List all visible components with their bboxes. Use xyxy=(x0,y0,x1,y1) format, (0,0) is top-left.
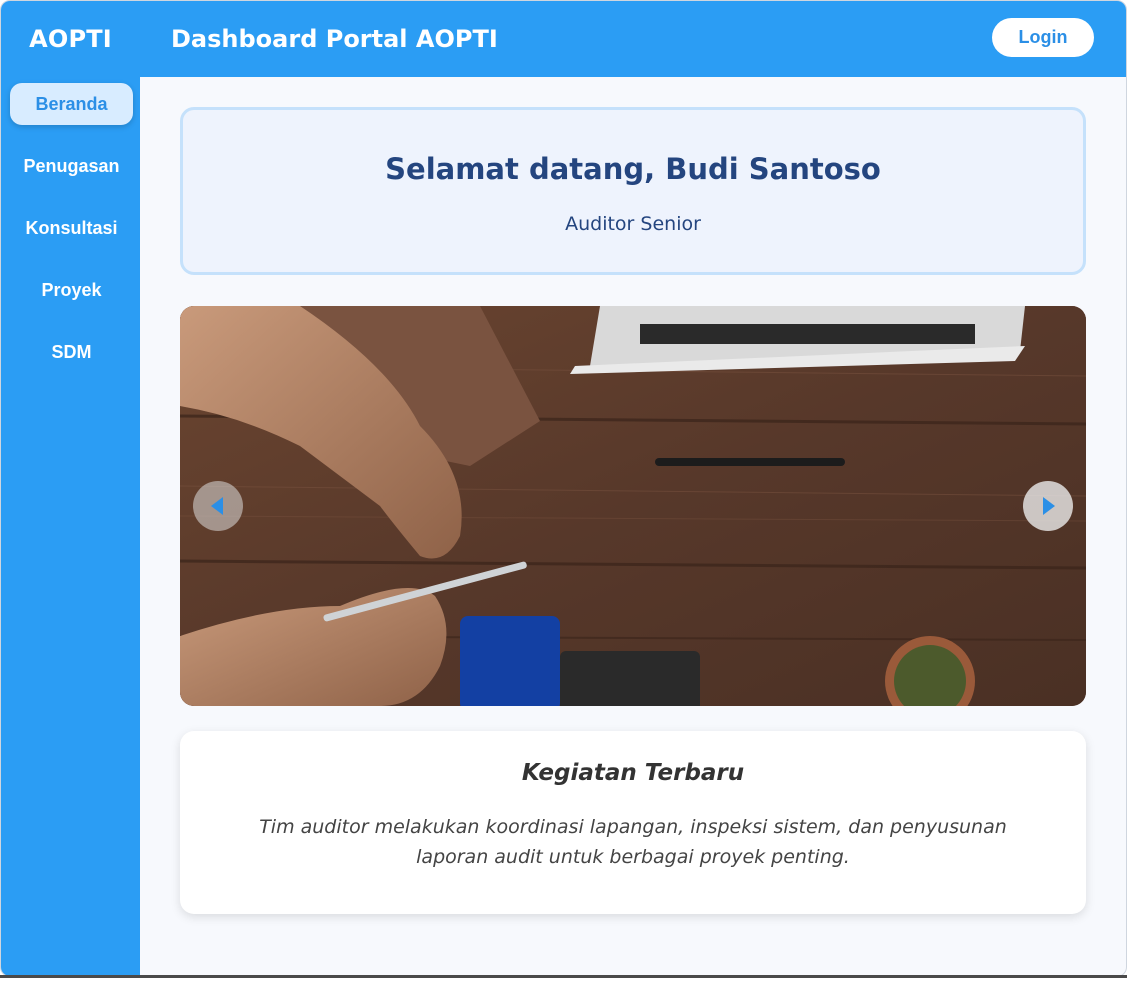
top-header: AOPTI Dashboard Portal AOPTI Login xyxy=(1,1,1126,77)
image-carousel[interactable] xyxy=(180,306,1086,706)
carousel-prev-button[interactable] xyxy=(193,481,243,531)
sidebar-item-konsultasi[interactable]: Konsultasi xyxy=(10,207,133,249)
sidebar-item-beranda[interactable]: Beranda xyxy=(10,83,133,125)
welcome-greeting: Selamat datang, Budi Santoso xyxy=(385,152,881,186)
page-title: Dashboard Portal AOPTI xyxy=(171,25,498,53)
activity-title: Kegiatan Terbaru xyxy=(521,760,745,786)
activity-card: Kegiatan Terbaru Tim auditor melakukan k… xyxy=(180,731,1086,914)
login-button[interactable]: Login xyxy=(992,18,1094,57)
chevron-left-icon xyxy=(211,497,223,515)
brand-logo[interactable]: AOPTI xyxy=(1,25,140,53)
chevron-right-icon xyxy=(1043,497,1055,515)
window-bottom-border xyxy=(0,975,1127,978)
carousel-next-button[interactable] xyxy=(1023,481,1073,531)
sidebar-item-sdm[interactable]: SDM xyxy=(10,331,133,373)
welcome-role: Auditor Senior xyxy=(565,213,701,235)
activity-description: Tim auditor melakukan koordinasi lapanga… xyxy=(259,816,1007,868)
sidebar-item-proyek[interactable]: Proyek xyxy=(10,269,133,311)
carousel-image xyxy=(180,306,1086,706)
app-window: AOPTI Dashboard Portal AOPTI Login Beran… xyxy=(0,0,1127,977)
sidebar: Beranda Penugasan Konsultasi Proyek SDM xyxy=(1,77,140,976)
sidebar-item-penugasan[interactable]: Penugasan xyxy=(10,145,133,187)
welcome-card: Selamat datang, Budi Santoso Auditor Sen… xyxy=(180,107,1086,275)
